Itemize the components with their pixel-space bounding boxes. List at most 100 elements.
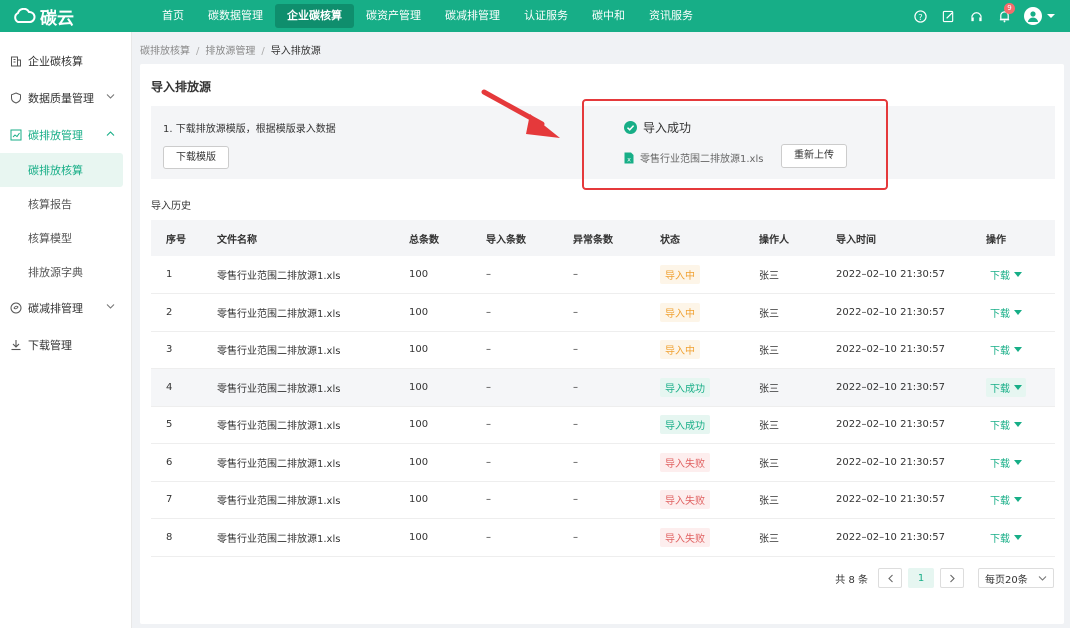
row-number: 8 bbox=[166, 531, 173, 543]
table-row[interactable]: 4 零售行业范围二排放源1.xls 100 – – 导入成功 张三 2022–02–10 21… bbox=[151, 368, 1055, 407]
download-dropdown[interactable]: 下载 bbox=[986, 528, 1026, 547]
table-row[interactable]: 6 零售行业范围二排放源1.xls 100 – – 导入失败 张三 2022–02–10 21… bbox=[151, 444, 1055, 482]
total-count-cell: 100 bbox=[409, 494, 429, 506]
nav-item[interactable]: 首页 bbox=[150, 4, 196, 28]
download-dropdown[interactable]: 下载 bbox=[986, 377, 1026, 397]
headset-icon[interactable] bbox=[962, 0, 990, 32]
imported-count-cell: – bbox=[486, 269, 491, 280]
total-count-cell: 100 bbox=[409, 344, 429, 356]
download-dropdown[interactable]: 下载 bbox=[986, 490, 1026, 509]
download-dropdown[interactable]: 下载 bbox=[986, 415, 1026, 434]
action-cell: 下载 bbox=[971, 369, 1055, 407]
abnormal-count-cell: – bbox=[573, 344, 578, 356]
sidebar-item-label: 碳减排管理 bbox=[28, 301, 83, 315]
column-header: 导入条数 bbox=[486, 234, 526, 246]
logo[interactable]: 碳云 bbox=[0, 4, 150, 29]
abnormal-count-cell: – bbox=[573, 419, 578, 431]
status-cell: 导入失败 bbox=[645, 444, 744, 482]
sidebar-item-download-management[interactable]: 下载管理 bbox=[0, 326, 131, 363]
imported-count-cell: – bbox=[486, 531, 491, 543]
building-icon bbox=[10, 55, 22, 67]
import-time-cell: 2022–02–10 21:30:57 bbox=[836, 381, 945, 393]
nav-item[interactable]: 碳数据管理 bbox=[196, 4, 275, 28]
status-badge: 导入中 bbox=[660, 340, 700, 360]
file-name-cell: 零售行业范围二排放源1.xls bbox=[217, 346, 341, 358]
column-header: 操作人 bbox=[759, 234, 789, 246]
chevron-down-icon bbox=[1038, 575, 1047, 581]
breadcrumb: 碳排放核算 / 排放源管理 / 导入排放源 bbox=[140, 46, 321, 57]
sidebar-item-data-quality[interactable]: 数据质量管理 bbox=[0, 79, 131, 116]
status-badge: 导入失败 bbox=[660, 490, 710, 510]
pagination-total: 共 8 条 bbox=[835, 574, 868, 586]
sidebar-item-label: 企业碳核算 bbox=[28, 54, 83, 68]
sidebar-subitem[interactable]: 碳排放核算 bbox=[0, 153, 123, 187]
download-template-button[interactable]: 下载模版 bbox=[163, 146, 229, 169]
download-label: 下载 bbox=[990, 346, 1010, 358]
caret-down-icon bbox=[1014, 309, 1022, 315]
caret-down-icon bbox=[1014, 422, 1022, 428]
table-row[interactable]: 2 零售行业范围二排放源1.xls 100 – – 导入中 张三 2022–02–10 21:… bbox=[151, 294, 1055, 331]
table-row[interactable]: 1 零售行业范围二排放源1.xls 100 – – 导入中 张三 2022–02–10 21:… bbox=[151, 256, 1055, 294]
action-cell: 下载 bbox=[971, 331, 1055, 369]
import-time-cell: 2022–02–10 21:30:57 bbox=[836, 269, 945, 280]
bell-icon[interactable]: 9 bbox=[990, 0, 1018, 32]
breadcrumb-item[interactable]: 排放源管理 bbox=[205, 46, 255, 57]
caret-down-icon bbox=[1014, 497, 1022, 503]
prev-page-button[interactable] bbox=[878, 568, 902, 588]
nav-item[interactable]: 碳中和 bbox=[580, 4, 637, 28]
download-dropdown[interactable]: 下载 bbox=[986, 340, 1026, 359]
abnormal-count-cell: – bbox=[573, 456, 578, 468]
download-dropdown[interactable]: 下载 bbox=[986, 303, 1026, 322]
row-number: 6 bbox=[166, 456, 173, 468]
table-row[interactable]: 8 零售行业范围二排放源1.xls 100 – – 导入失败 张三 2022–02–10 21… bbox=[151, 519, 1055, 556]
file-name-cell: 零售行业范围二排放源1.xls bbox=[217, 383, 341, 395]
sidebar-subitem[interactable]: 核算模型 bbox=[0, 221, 131, 255]
column-header: 异常条数 bbox=[573, 234, 613, 246]
file-name-cell: 零售行业范围二排放源1.xls bbox=[217, 496, 341, 508]
sidebar-subitem[interactable]: 排放源字典 bbox=[0, 255, 131, 289]
breadcrumb-item[interactable]: 碳排放核算 bbox=[140, 46, 190, 57]
download-dropdown[interactable]: 下载 bbox=[986, 453, 1026, 472]
svg-text:?: ? bbox=[918, 11, 922, 21]
nav-item[interactable]: 碳减排管理 bbox=[433, 4, 512, 28]
caret-down-icon bbox=[1014, 272, 1022, 277]
user-menu[interactable] bbox=[1024, 7, 1056, 25]
nav-item[interactable]: 资讯服务 bbox=[637, 4, 705, 28]
edit-icon[interactable] bbox=[934, 0, 962, 32]
import-time-cell: 2022–02–10 21:30:57 bbox=[836, 456, 945, 468]
total-count-cell: 100 bbox=[409, 456, 429, 468]
download-label: 下载 bbox=[990, 496, 1010, 508]
operator-cell: 张三 bbox=[759, 308, 779, 320]
history-label: 导入历史 bbox=[151, 201, 191, 212]
table-row[interactable]: 5 零售行业范围二排放源1.xls 100 – – 导入成功 张三 2022–02–10 21… bbox=[151, 406, 1055, 444]
column-header: 导入时间 bbox=[836, 234, 876, 246]
page-size-select[interactable]: 每页20条 bbox=[978, 568, 1054, 588]
page-number[interactable]: 1 bbox=[908, 568, 934, 588]
status-badge: 导入失败 bbox=[660, 527, 710, 547]
row-number: 3 bbox=[166, 344, 173, 356]
sidebar-subitem[interactable]: 核算报告 bbox=[0, 187, 131, 221]
caret-down-icon bbox=[1047, 14, 1055, 18]
page-title: 导入排放源 bbox=[151, 80, 212, 94]
next-page-button[interactable] bbox=[940, 568, 964, 588]
nav-right-tools: ? 9 bbox=[906, 0, 1056, 32]
status-badge: 导入中 bbox=[660, 302, 700, 322]
caret-down-icon bbox=[1014, 384, 1022, 390]
table-header-row: 序号 文件名称 总条数 导入条数 异常条数 状态 操作人 导入时间 操作 bbox=[151, 220, 1055, 256]
sidebar-item-emission-reduction[interactable]: 碳减排管理 bbox=[0, 289, 131, 326]
sidebar-item-emission-management[interactable]: 碳排放管理 bbox=[0, 116, 131, 153]
nav-item[interactable]: 企业碳核算 bbox=[275, 4, 354, 28]
table-row[interactable]: 3 零售行业范围二排放源1.xls 100 – – 导入中 张三 2022–02–10 21:… bbox=[151, 331, 1055, 369]
download-dropdown[interactable]: 下载 bbox=[986, 265, 1026, 284]
table-row[interactable]: 7 零售行业范围二排放源1.xls 100 – – 导入失败 张三 2022–02–10 21… bbox=[151, 481, 1055, 519]
help-icon[interactable]: ? bbox=[906, 0, 934, 32]
nav-item[interactable]: 认证服务 bbox=[512, 4, 580, 28]
sidebar-item-enterprise-accounting[interactable]: 企业碳核算 bbox=[0, 42, 131, 79]
nav-item[interactable]: 碳资产管理 bbox=[354, 4, 433, 28]
status-cell: 导入中 bbox=[645, 331, 744, 369]
imported-count-cell: – bbox=[486, 494, 491, 506]
logo-text: 碳云 bbox=[40, 8, 74, 29]
operator-cell: 张三 bbox=[759, 271, 779, 282]
row-number: 7 bbox=[166, 494, 173, 506]
download-label: 下载 bbox=[990, 421, 1010, 433]
